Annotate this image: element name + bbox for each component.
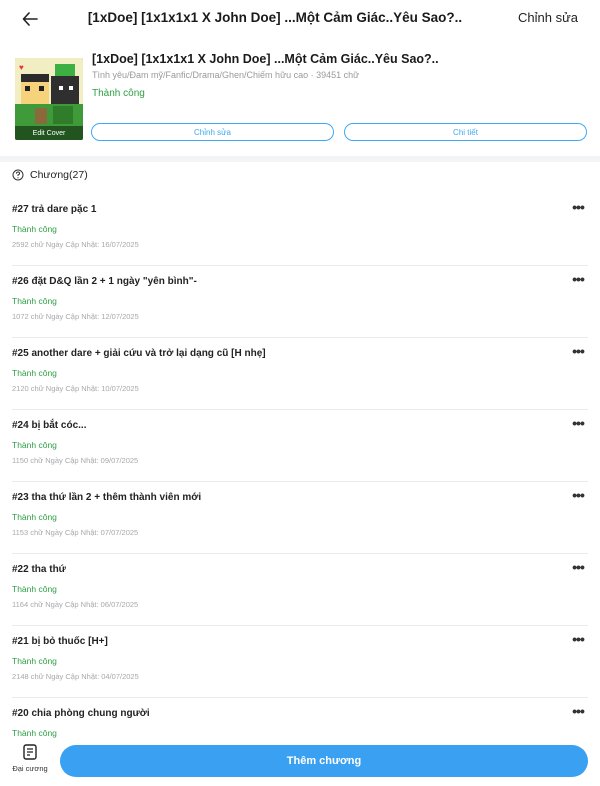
chapter-status: Thành công — [12, 656, 57, 666]
more-horizontal-icon[interactable]: ••• — [568, 200, 588, 218]
chapter-meta: 1153 chữ Ngày Cập Nhật: 07/07/2025 — [12, 528, 139, 537]
add-chapter-button[interactable]: Thêm chương — [60, 745, 588, 777]
question-circle-icon — [12, 169, 24, 181]
edit-story-button[interactable]: Chỉnh sửa — [518, 10, 578, 25]
chapter-title: #23 tha thứ lần 2 + thêm thành viên mới — [12, 492, 202, 503]
more-horizontal-icon[interactable]: ••• — [568, 344, 588, 362]
back-button[interactable] — [18, 8, 42, 30]
more-horizontal-icon[interactable]: ••• — [568, 704, 588, 722]
more-horizontal-icon[interactable]: ••• — [568, 272, 588, 290]
edit-cover-label: Edit Cover — [32, 130, 66, 137]
svg-text:♥: ♥ — [19, 63, 24, 72]
chapter-status: Thành công — [12, 224, 57, 234]
chapter-row[interactable]: #24 bị bắt cóc... Thành công 1150 chữ Ngày… — [12, 410, 588, 482]
more-horizontal-icon[interactable]: ••• — [568, 416, 588, 434]
more-horizontal-icon[interactable]: ••• — [568, 632, 588, 650]
cover-artwork: ♥ — [15, 58, 83, 140]
arrow-left-icon — [22, 12, 38, 26]
chapter-meta: 1072 chữ Ngày Cập Nhật: 12/07/2025 — [12, 312, 139, 321]
top-bar: [1xDoe] [1x1x1x1 X John Doe] ...Một Cảm … — [0, 0, 600, 38]
outline-label: Đại cương — [12, 764, 48, 773]
story-tags: Tình yêu/Đam mỹ/Fanfic/Drama/Ghen/Chiếm … — [92, 70, 360, 80]
chapter-status: Thành công — [12, 584, 57, 594]
chapter-list[interactable]: #27 trả dare pặc 1 Thành công 2592 chữ Ngà… — [0, 194, 600, 744]
chapter-title: #21 bị bỏ thuốc [H+] — [12, 636, 108, 647]
story-info: ♥ Edit Cover [1xDoe] [1x1x1x1 X John Doe… — [0, 38, 600, 156]
chapter-status: Thành công — [12, 368, 57, 378]
chapter-row[interactable]: #20 chia phòng chung người Thành công ••• — [12, 698, 588, 744]
story-status: Thành công — [92, 88, 145, 99]
bottom-bar: Đại cương Thêm chương — [0, 740, 600, 786]
detail-button[interactable]: Chi tiết — [344, 123, 587, 141]
chapter-title: #27 trả dare pặc 1 — [12, 204, 97, 215]
chapter-meta: 2120 chữ Ngày Cập Nhật: 10/07/2025 — [12, 384, 139, 393]
chapter-row[interactable]: #26 đặt D&Q lần 2 + 1 ngày "yên bình"- Th… — [12, 266, 588, 338]
edit-button[interactable]: Chỉnh sửa — [91, 123, 334, 141]
more-horizontal-icon[interactable]: ••• — [568, 488, 588, 506]
chapter-meta: 1150 chữ Ngày Cập Nhật: 09/07/2025 — [12, 456, 139, 465]
chapter-row[interactable]: #21 bị bỏ thuốc [H+] Thành công 2148 chữ N… — [12, 626, 588, 698]
section-divider — [0, 156, 600, 162]
page-title: [1xDoe] [1x1x1x1 X John Doe] ...Một Cảm … — [87, 10, 463, 25]
chapter-status: Thành công — [12, 512, 57, 522]
outline-button[interactable]: Đại cương — [8, 744, 52, 782]
chapter-meta: 2592 chữ Ngày Cập Nhật: 16/07/2025 — [12, 240, 139, 249]
story-cover[interactable]: ♥ Edit Cover — [15, 58, 83, 140]
chapter-status: Thành công — [12, 728, 57, 738]
chapters-header: Chương(27) — [12, 169, 88, 181]
chapter-status: Thành công — [12, 296, 57, 306]
chapter-title: #20 chia phòng chung người — [12, 708, 150, 719]
more-horizontal-icon[interactable]: ••• — [568, 560, 588, 578]
chapter-row[interactable]: #23 tha thứ lần 2 + thêm thành viên mới T… — [12, 482, 588, 554]
chapter-meta: 1164 chữ Ngày Cập Nhật: 06/07/2025 — [12, 600, 139, 609]
chapter-row[interactable]: #27 trả dare pặc 1 Thành công 2592 chữ Ngà… — [12, 194, 588, 266]
chapters-count-label: Chương(27) — [30, 169, 88, 181]
chapter-title: #25 another dare + giải cứu và trở lại d… — [12, 348, 266, 359]
chapter-row[interactable]: #22 tha thứ Thành công 1164 chữ Ngày Cập N… — [12, 554, 588, 626]
story-title: [1xDoe] [1x1x1x1 X John Doe] ...Một Cảm … — [92, 52, 439, 66]
chapter-row[interactable]: #25 another dare + giải cứu và trở lại d… — [12, 338, 588, 410]
chapter-title: #26 đặt D&Q lần 2 + 1 ngày "yên bình"- — [12, 276, 197, 287]
chapter-title: #24 bị bắt cóc... — [12, 420, 87, 431]
chapter-title: #22 tha thứ — [12, 564, 66, 575]
chapter-meta: 2148 chữ Ngày Cập Nhật: 04/07/2025 — [12, 672, 139, 681]
document-icon — [23, 744, 37, 760]
chapter-status: Thành công — [12, 440, 57, 450]
